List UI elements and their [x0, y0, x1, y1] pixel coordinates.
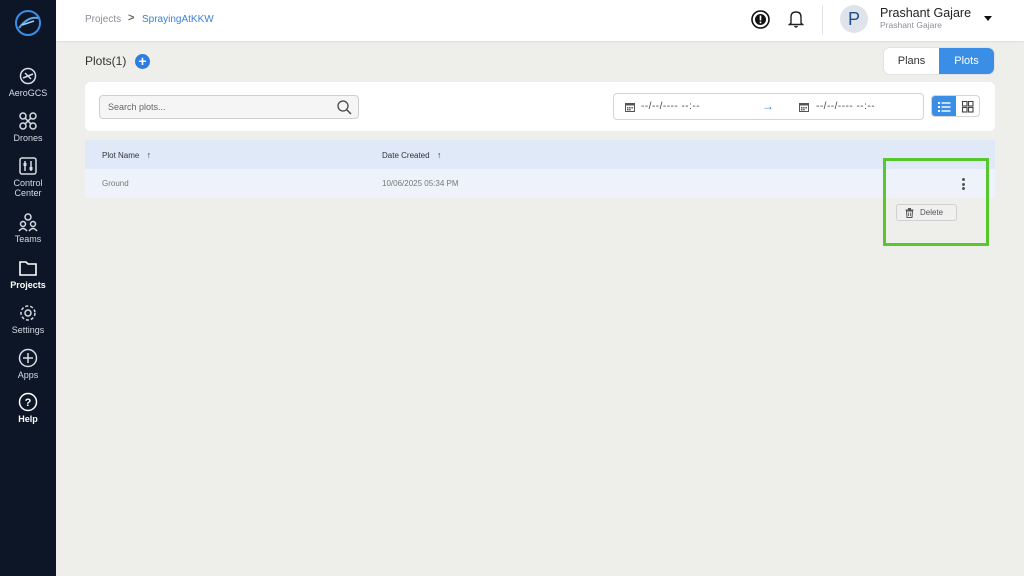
- sidebar-item-settings[interactable]: Settings: [0, 303, 56, 335]
- sidebar-item-label: Apps: [17, 370, 39, 380]
- sidebar-item-drones[interactable]: Drones: [0, 111, 56, 143]
- column-label: Plot Name: [102, 151, 140, 160]
- help-circle-icon: ?: [18, 392, 38, 412]
- list-view-button[interactable]: [932, 96, 956, 116]
- breadcrumb-separator: >: [128, 12, 135, 24]
- sidebar-item-control-center[interactable]: Control Center: [0, 156, 56, 198]
- grid-icon: [961, 100, 974, 113]
- sidebar-item-label: AeroGCS: [8, 88, 48, 98]
- sidebar-item-teams[interactable]: Teams: [0, 212, 56, 244]
- date-range-picker[interactable]: --/--/---- --:-- → --/--/---- --:--: [613, 93, 924, 120]
- sidebar-item-label: Teams: [14, 234, 42, 244]
- breadcrumb-current[interactable]: SprayingAtKKW: [142, 14, 214, 25]
- table-row[interactable]: Ground 10/06/2025 05:34 PM: [85, 169, 995, 198]
- date-created-cell: 10/06/2025 05:34 PM: [382, 179, 459, 188]
- gear-icon: [20, 305, 36, 321]
- folder-icon: [19, 261, 37, 276]
- user-name[interactable]: Prashant Gajare: [880, 6, 971, 20]
- page-title: Plots(1): [85, 54, 127, 68]
- quadcopter-icon: [19, 112, 37, 130]
- bell-icon[interactable]: [788, 9, 804, 29]
- sliders-icon: [19, 157, 37, 175]
- sidebar-item-apps[interactable]: Apps: [0, 348, 56, 380]
- plans-plots-toggle: Plans Plots: [884, 48, 994, 74]
- sidebar-item-help[interactable]: ? Help: [0, 392, 56, 424]
- add-plot-button[interactable]: +: [135, 54, 150, 69]
- plus-circle-icon: [18, 348, 38, 368]
- column-header-date-created[interactable]: Date Created ↑: [382, 150, 441, 160]
- svg-text:?: ?: [25, 397, 32, 409]
- tab-plots[interactable]: Plots: [939, 48, 994, 74]
- sort-arrow-icon[interactable]: ↑: [147, 150, 152, 160]
- search-input[interactable]: [108, 96, 328, 118]
- plot-name-cell[interactable]: Ground: [102, 179, 129, 188]
- sort-arrow-icon[interactable]: ↑: [437, 150, 442, 160]
- sidebar: AeroGCS Drones Control Center Teams Proj…: [0, 0, 56, 576]
- sidebar-item-label: Projects: [10, 280, 46, 290]
- start-date-field[interactable]: --/--/---- --:--: [641, 101, 700, 112]
- table-header: Plot Name ↑ Date Created ↑: [85, 140, 995, 169]
- sidebar-item-label: Settings: [11, 325, 45, 335]
- avatar[interactable]: P: [840, 5, 868, 33]
- range-arrow-icon: →: [762, 99, 774, 113]
- sidebar-item-projects[interactable]: Projects: [0, 258, 56, 290]
- view-toggle: [931, 95, 980, 117]
- column-header-plot-name[interactable]: Plot Name ↑: [102, 150, 151, 160]
- end-date-field[interactable]: --/--/---- --:--: [816, 101, 875, 112]
- search-box: [99, 95, 359, 119]
- app-logo-icon[interactable]: [13, 8, 43, 38]
- sidebar-item-label: Control Center: [13, 178, 43, 198]
- grid-view-button[interactable]: [956, 96, 979, 116]
- chevron-down-icon[interactable]: [984, 16, 992, 21]
- calendar-icon[interactable]: [625, 102, 635, 112]
- highlight-box: [883, 158, 989, 246]
- calendar-icon[interactable]: [799, 102, 809, 112]
- drone-controller-icon: [19, 67, 37, 85]
- topbar-divider: [822, 5, 823, 35]
- user-subtitle: Prashant Gajare: [880, 20, 942, 30]
- team-icon: [18, 213, 38, 232]
- search-icon[interactable]: [337, 100, 352, 115]
- tab-plans[interactable]: Plans: [884, 48, 939, 74]
- filter-bar: --/--/---- --:-- → --/--/---- --:--: [85, 82, 995, 131]
- list-icon: [938, 102, 951, 112]
- sidebar-item-label: Drones: [13, 133, 43, 143]
- sidebar-item-aerogcs[interactable]: AeroGCS: [0, 66, 56, 98]
- breadcrumb-projects[interactable]: Projects: [85, 14, 121, 25]
- alert-status-icon[interactable]: [750, 9, 771, 30]
- sidebar-item-label: Help: [18, 414, 38, 424]
- column-label: Date Created: [382, 151, 430, 160]
- top-bar: Projects > SprayingAtKKW P Prashant Gaja…: [56, 0, 1024, 41]
